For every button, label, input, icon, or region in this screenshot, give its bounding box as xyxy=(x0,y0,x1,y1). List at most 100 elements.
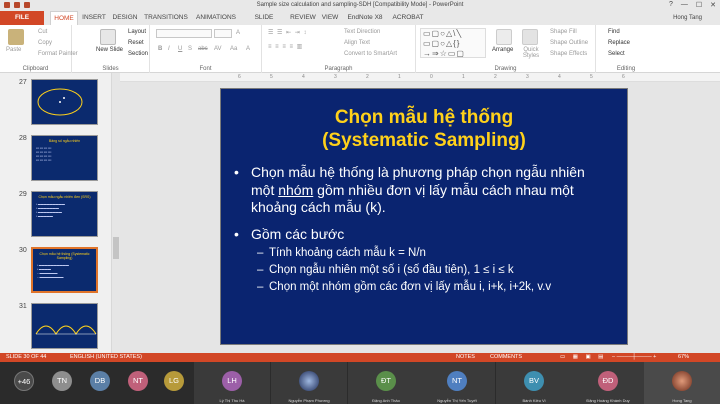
participant-tile[interactable]: BV Bành Kiều Vi xyxy=(496,362,572,404)
slide-thumbnail-31[interactable] xyxy=(31,303,98,349)
shape-effects-button[interactable]: Shape Effects xyxy=(550,51,587,57)
arrange-icon[interactable] xyxy=(496,29,512,45)
slides-group: New Slide Layout Reset Section Slides xyxy=(72,25,150,73)
tab-file[interactable]: FILE xyxy=(0,11,44,25)
slide-title-line-2: (Systematic Sampling) xyxy=(322,130,526,151)
current-slide[interactable]: Chọn mẫu hệ thống (Systematic Sampling) … xyxy=(220,88,628,345)
participant-tile[interactable]: ĐT Đặng Anh Thảo xyxy=(348,362,424,404)
shape-outline-button[interactable]: Shape Outline xyxy=(550,40,588,46)
participant-avatar[interactable]: DB xyxy=(90,371,110,391)
paragraph-label: Paragraph xyxy=(324,66,353,72)
slide-editing-area: Chọn mẫu hệ thống (Systematic Sampling) … xyxy=(120,82,720,353)
zoom-level[interactable]: 67% xyxy=(678,353,689,362)
sub-bullet-text: Tính khoảng cách mẫu k = N/n xyxy=(269,247,426,259)
text-direction-button[interactable]: Text Direction xyxy=(344,29,380,35)
strikethrough-button[interactable]: abc xyxy=(198,46,208,52)
tab-design[interactable]: DESIGN xyxy=(112,11,138,25)
participant-avatar[interactable]: LG xyxy=(164,371,184,391)
slide-thumbnail-29[interactable]: Chọn mẫu ngẫu nhiên đơn (SRS) • ▬▬▬▬▬▬▬▬… xyxy=(31,191,98,237)
zoom-slider[interactable]: – ────┼──── + xyxy=(612,353,656,362)
bullet-steps[interactable]: Gồm các bước xyxy=(251,226,611,243)
new-slide-icon[interactable] xyxy=(100,29,116,45)
view-buttons[interactable]: ▭ ▦ ▣ ▤ xyxy=(560,353,606,362)
shape-fill-button[interactable]: Shape Fill xyxy=(550,29,577,35)
tab-home[interactable]: HOME xyxy=(50,11,78,25)
minimize-button[interactable]: — xyxy=(681,1,688,9)
ribbon: Paste Cut Copy Format Painter Clipboard … xyxy=(0,25,720,73)
participant-avatar[interactable]: NT xyxy=(128,371,148,391)
shadow-button[interactable]: S xyxy=(188,46,192,52)
tab-acrobat[interactable]: ACROBAT xyxy=(392,11,424,25)
comments-button[interactable]: COMMENTS xyxy=(490,353,522,362)
title-bar: Sample size calculation and sampling-SDH… xyxy=(0,0,720,11)
participant-tile[interactable]: NT Nguyễn Thị Yến Tuyết xyxy=(419,362,495,404)
scrollbar-thumb[interactable] xyxy=(113,237,119,259)
slide-thumbnail-27[interactable] xyxy=(31,79,98,125)
paste-icon[interactable] xyxy=(8,29,24,45)
section-button[interactable]: Section xyxy=(128,51,148,57)
underlined-word: nhóm xyxy=(278,181,314,198)
reset-button[interactable]: Reset xyxy=(128,40,144,46)
list-buttons[interactable]: ☰ ☰ ⇤ ⇥ ↕ xyxy=(268,29,307,36)
underline-button[interactable]: U xyxy=(178,46,182,52)
help-button[interactable]: ? xyxy=(669,1,673,9)
arrange-button[interactable]: Arrange xyxy=(492,47,513,53)
tab-endnote[interactable]: EndNote X8 xyxy=(346,11,384,25)
tab-transitions[interactable]: TRANSITIONS xyxy=(144,11,188,25)
bullet-definition[interactable]: Chọn mẫu hệ thống là phương pháp chọn ng… xyxy=(251,164,611,217)
ruler-mark: 2 xyxy=(494,74,497,80)
participant-tile[interactable]: Nguyễn Phạm Phương xyxy=(271,362,347,404)
grow-font-button[interactable]: A xyxy=(236,30,240,36)
slide-title[interactable]: Chọn mẫu hệ thống (Systematic Sampling) xyxy=(221,106,627,152)
more-participants-badge[interactable]: +46 xyxy=(14,371,34,391)
participant-name: Đặng Hoàng Khánh Duy xyxy=(586,398,630,403)
window-title: Sample size calculation and sampling-SDH… xyxy=(256,2,464,8)
tab-insert[interactable]: INSERT xyxy=(82,11,106,25)
copy-button[interactable]: Copy xyxy=(38,40,52,46)
select-button[interactable]: Select xyxy=(608,51,625,57)
thumbnails-scrollbar[interactable] xyxy=(112,73,120,353)
character-spacing-button[interactable]: AV xyxy=(214,46,222,52)
tab-animations[interactable]: ANIMATIONS xyxy=(194,11,238,25)
close-button[interactable]: ✕ xyxy=(710,1,716,9)
tab-review[interactable]: REVIEW xyxy=(290,11,316,25)
participant-tile[interactable]: ĐD Đặng Hoàng Khánh Duy xyxy=(570,362,646,404)
font-name-field[interactable] xyxy=(156,29,212,38)
maximize-button[interactable]: ☐ xyxy=(696,1,702,9)
participant-name: Đặng Anh Thảo xyxy=(372,398,400,403)
ruler-mark: 3 xyxy=(526,74,529,80)
find-button[interactable]: Find xyxy=(608,29,620,35)
layout-button[interactable]: Layout xyxy=(128,29,146,35)
paste-button[interactable]: Paste xyxy=(6,47,21,53)
quick-styles-button[interactable]: Quick Styles xyxy=(518,47,544,59)
language-indicator[interactable]: ENGLISH (UNITED STATES) xyxy=(70,353,142,362)
sub-bullet-list[interactable]: – Tính khoảng cách mẫu k = N/n – Chọn ngẫu… xyxy=(257,246,609,295)
participant-tile[interactable]: LH Lý Thị Thu Hà xyxy=(194,362,270,404)
new-slide-button[interactable]: New Slide xyxy=(96,47,123,53)
tab-view[interactable]: VIEW xyxy=(320,11,340,25)
bold-button[interactable]: B xyxy=(158,46,162,52)
convert-smartart-button[interactable]: Convert to SmartArt xyxy=(344,51,397,57)
sub-bullet-text: Chọn ngẫu nhiên một số i (số đầu tiên), … xyxy=(269,264,514,276)
font-size-field[interactable] xyxy=(214,29,232,38)
slide-thumbnail-28[interactable]: Bảng số ngẫu nhiên ▪▪▪ ▪▪▪ ▪▪▪ ▪▪▪ ▪▪▪ ▪▪… xyxy=(31,135,98,181)
slide-thumbnails-pane: 27 28 Bảng số ngẫu nhiên ▪▪▪ ▪▪▪ ▪▪▪ ▪▪▪… xyxy=(0,73,112,353)
signed-in-user[interactable]: Hong Tang xyxy=(673,11,702,25)
notes-button[interactable]: NOTES xyxy=(456,353,475,362)
italic-button[interactable]: I xyxy=(168,46,170,52)
cut-button[interactable]: Cut xyxy=(38,29,47,35)
ruler-mark: 0 xyxy=(430,74,433,80)
meeting-participants-strip: +46 TN DB NT LG LH Lý Thị Thu Hà Nguyễn … xyxy=(0,362,720,404)
change-case-button[interactable]: Aa xyxy=(230,46,237,52)
replace-button[interactable]: Replace xyxy=(608,40,630,46)
tab-slide-show[interactable]: SLIDE SHOW xyxy=(244,11,284,35)
dash-marker: – xyxy=(257,264,264,276)
shapes-gallery[interactable]: ▭▢○△\╲ ▭▢○△{} →⇒☆▭▢ xyxy=(420,28,486,58)
align-buttons[interactable]: ≡ ≡ ≡ ≡ ▥ xyxy=(268,43,303,50)
participant-tile-self[interactable]: Hong Tang xyxy=(644,362,720,404)
align-text-button[interactable]: Align Text xyxy=(344,40,370,46)
participant-avatar[interactable]: TN xyxy=(52,371,72,391)
font-color-button[interactable]: A xyxy=(246,46,250,52)
quick-styles-icon[interactable] xyxy=(522,29,538,45)
slide-thumbnail-30[interactable]: Chọn mẫu hệ thống (Systematic Sampling) … xyxy=(31,247,98,293)
